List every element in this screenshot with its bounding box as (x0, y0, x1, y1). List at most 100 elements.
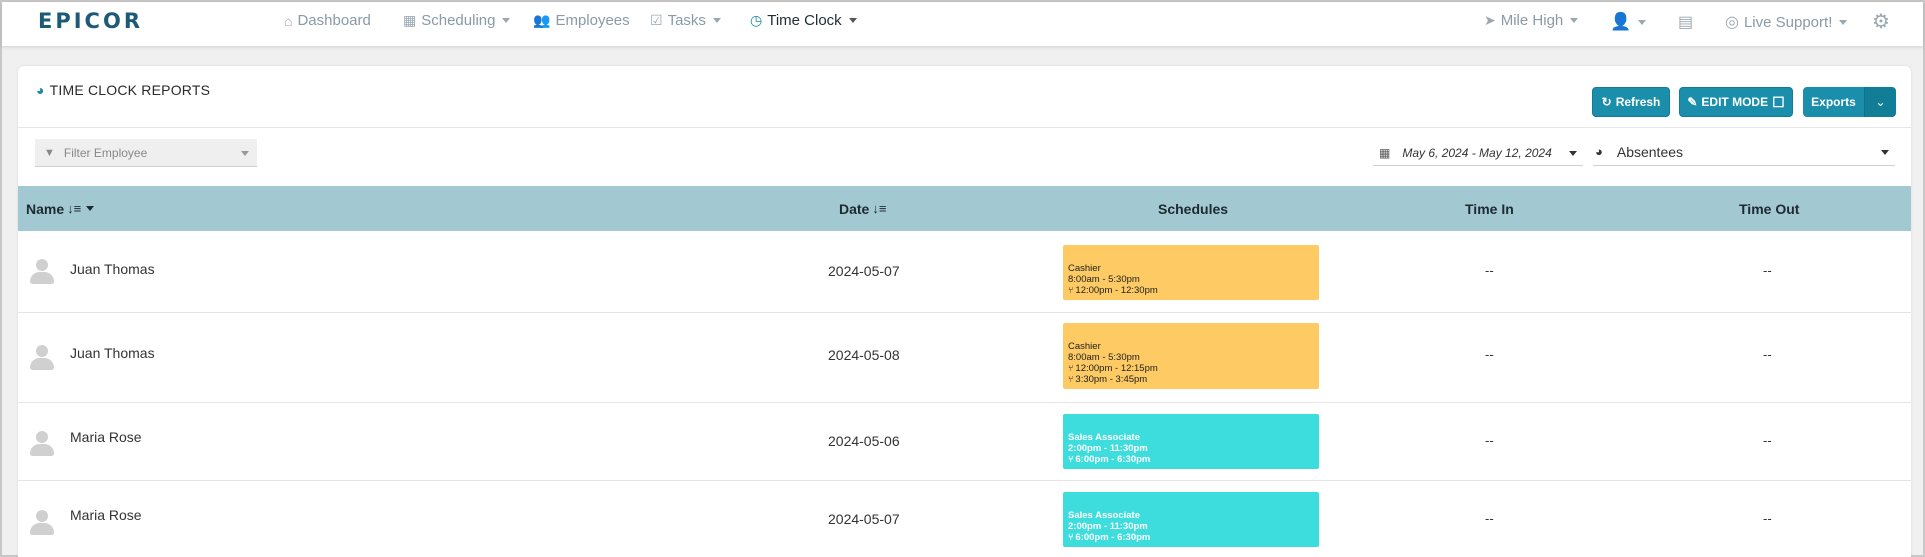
divider (18, 127, 1911, 128)
column-header-time-out: Time Out (1739, 200, 1800, 217)
edit-mode-label: EDIT MODE (1701, 95, 1769, 109)
filter-employee-select[interactable]: ▼ Filter Employee (35, 139, 257, 167)
location-label: Mile High (1500, 12, 1564, 29)
report-type-select[interactable]: ◕ Absentees (1593, 138, 1895, 166)
time-in-value: -- (1485, 433, 1494, 448)
exports-button[interactable]: Exports (1803, 87, 1865, 117)
nav-scheduling[interactable]: ▦ Scheduling (403, 12, 511, 29)
schedule-break: ⑂ 12:00pm - 12:30pm (1068, 285, 1158, 296)
pie-chart-icon: ◕ (1595, 144, 1603, 159)
employee-name: Maria Rose (70, 507, 142, 523)
schedule-block[interactable]: Sales Associate 2:00pm - 11:30pm ⑂ 6:00pm… (1063, 414, 1319, 469)
schedule-block[interactable]: Cashier 8:00am - 5:30pm ⑂ 12:00pm - 12:30… (1063, 245, 1319, 300)
row-date: 2024-05-08 (828, 347, 900, 363)
column-header-name[interactable]: Name ↓≡ (26, 186, 95, 231)
schedule-block[interactable]: Sales Associate 2:00pm - 11:30pm ⑂ 6:00pm… (1063, 492, 1319, 547)
utensils-icon: ⑂ (1068, 363, 1074, 373)
time-out-value: -- (1763, 511, 1772, 526)
column-header-time-in: Time In (1465, 200, 1514, 217)
clock-icon: ◷ (750, 12, 763, 28)
column-header-date[interactable]: Date ↓≡ (839, 186, 886, 231)
nav-time-clock[interactable]: ◷ Time Clock (750, 12, 857, 29)
refresh-icon: ↻ (1601, 95, 1612, 109)
epicor-logo[interactable]: EPICOR (38, 9, 143, 33)
schedule-role: Sales Associate (1068, 432, 1140, 443)
time-in-value: -- (1485, 263, 1494, 278)
time-in-value: -- (1485, 347, 1494, 362)
date-range-picker[interactable]: ▦ May 6, 2024 - May 12, 2024 (1373, 140, 1583, 166)
table-row[interactable]: Maria Rose 2024-05-07 Sales Associate 2:… (18, 481, 1911, 557)
row-date: 2024-05-06 (828, 433, 900, 449)
users-icon: 👥 (533, 12, 551, 28)
home-icon: ⌂ (284, 12, 293, 29)
top-navbar: EPICOR ⌂ Dashboard ▦ Scheduling 👥 Employ… (2, 2, 1923, 46)
row-date: 2024-05-07 (828, 511, 900, 527)
calendar-icon: ▦ (1379, 145, 1391, 160)
time-out-value: -- (1763, 263, 1772, 278)
column-name-label: Name (26, 200, 65, 217)
employee-name: Juan Thomas (70, 261, 155, 277)
table-header: Name ↓≡ Date ↓≡ Schedules Time In Time O… (18, 186, 1911, 231)
exports-dropdown-toggle[interactable]: ⌄ (1865, 87, 1896, 117)
schedule-hours: 8:00am - 5:30pm (1068, 274, 1140, 285)
avatar (28, 343, 56, 371)
life-ring-icon: ◎ (1725, 14, 1739, 31)
chevron-down-icon (86, 206, 95, 211)
chat-icon: ▤ (1678, 14, 1694, 31)
schedule-block[interactable]: Cashier 8:00am - 5:30pm ⑂ 12:00pm - 12:15… (1063, 323, 1319, 389)
chevron-down-icon (848, 18, 857, 23)
table-row[interactable]: Juan Thomas 2024-05-07 Cashier 8:00am - … (18, 231, 1911, 313)
user-menu[interactable]: 👤 (1610, 12, 1647, 32)
nav-employees-label: Employees (555, 12, 630, 29)
schedule-role: Sales Associate (1068, 510, 1140, 521)
column-date-label: Date (839, 200, 870, 217)
schedule-break: ⑂ 6:00pm - 6:30pm (1068, 454, 1151, 465)
avatar (28, 429, 56, 457)
avatar (28, 508, 56, 536)
table-row[interactable]: Maria Rose 2024-05-06 Sales Associate 2:… (18, 403, 1911, 481)
nav-employees[interactable]: 👥 Employees (533, 12, 630, 29)
schedule-break: ⑂ 12:00pm - 12:15pm (1068, 363, 1158, 374)
pie-chart-icon: ◕ (36, 82, 45, 98)
messages-button[interactable]: ▤ (1678, 12, 1693, 32)
chevron-down-icon (241, 151, 249, 156)
utensils-icon: ⑂ (1068, 454, 1074, 464)
exports-button-group: Exports ⌄ (1803, 87, 1896, 117)
employee-name: Juan Thomas (70, 345, 155, 361)
utensils-icon: ⑂ (1068, 285, 1074, 295)
nav-scheduling-label: Scheduling (421, 12, 496, 29)
chevron-down-icon (1881, 150, 1889, 155)
schedule-role: Cashier (1068, 263, 1101, 274)
panel-title: ◕ TIME CLOCK REPORTS (36, 82, 210, 98)
filter-employee-placeholder: Filter Employee (63, 145, 148, 160)
row-date: 2024-05-07 (828, 263, 900, 279)
live-support-label: Live Support! (1743, 13, 1833, 31)
nav-tasks[interactable]: ☑ Tasks (650, 12, 721, 29)
time-in-value: -- (1485, 511, 1494, 526)
time-out-value: -- (1763, 347, 1772, 362)
table-row[interactable]: Juan Thomas 2024-05-08 Cashier 8:00am - … (18, 313, 1911, 403)
panel-title-text: TIME CLOCK REPORTS (49, 82, 211, 98)
schedule-break: ⑂ 3:30pm - 3:45pm (1068, 374, 1148, 385)
refresh-label: Refresh (1615, 95, 1661, 109)
utensils-icon: ⑂ (1068, 374, 1074, 384)
chevron-down-icon (1638, 19, 1647, 25)
calendar-icon: ▦ (403, 12, 417, 28)
report-type-value: Absentees (1616, 143, 1684, 160)
live-support-menu[interactable]: ◎ Live Support! (1725, 12, 1848, 32)
edit-mode-button[interactable]: ✎ EDIT MODE ☐ (1679, 87, 1793, 117)
nav-tasks-label: Tasks (667, 12, 706, 29)
schedule-break: ⑂ 6:00pm - 6:30pm (1068, 532, 1151, 543)
employee-name: Maria Rose (70, 429, 142, 445)
utensils-icon: ⑂ (1068, 532, 1074, 542)
column-header-schedules: Schedules (1158, 200, 1229, 217)
chevron-down-icon: ⌄ (1875, 95, 1886, 109)
sort-icon: ↓≡ (872, 201, 887, 216)
gear-icon[interactable]: ⚙ (1872, 9, 1890, 34)
refresh-button[interactable]: ↻ Refresh (1592, 87, 1670, 117)
location-arrow-icon: ➤ (1484, 12, 1496, 28)
filter-icon: ▼ (44, 146, 55, 159)
nav-dashboard[interactable]: ⌂ Dashboard (284, 12, 371, 29)
chevron-down-icon (502, 18, 511, 23)
location-selector[interactable]: ➤ Mile High (1484, 12, 1579, 29)
